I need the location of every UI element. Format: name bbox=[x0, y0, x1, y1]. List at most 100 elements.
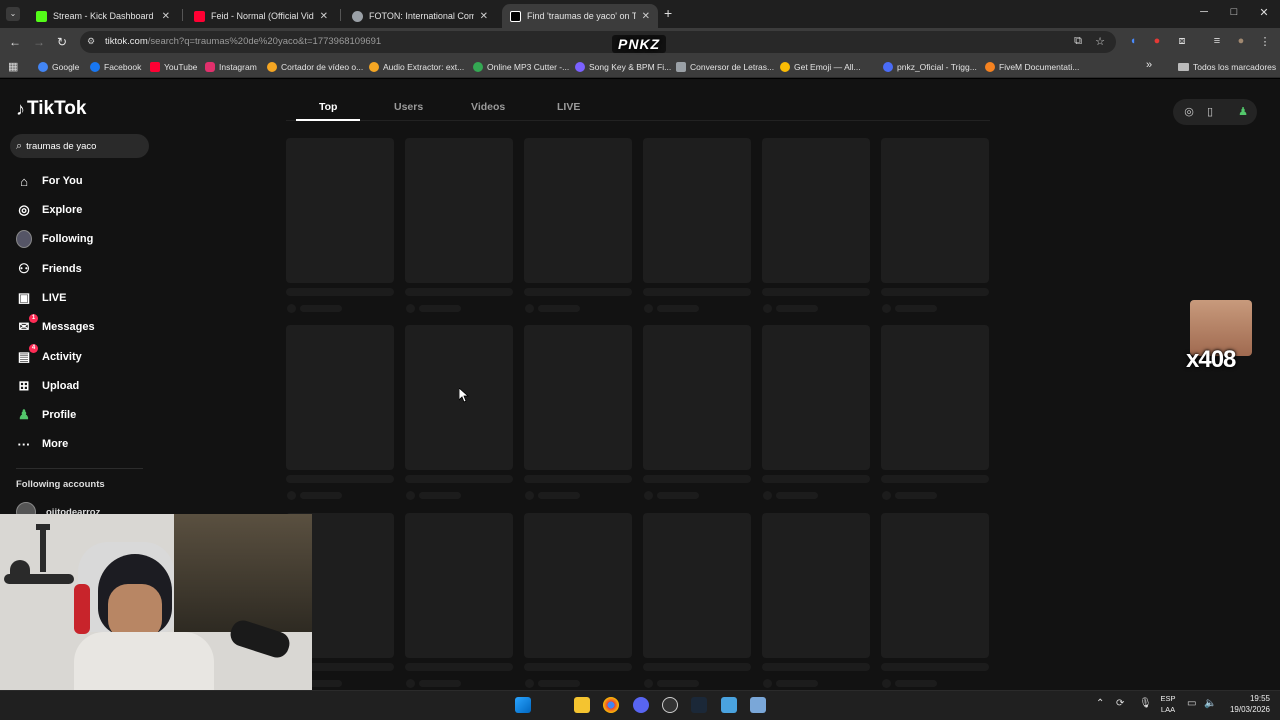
nav-messages[interactable]: ✉ 1 Messages bbox=[16, 314, 95, 337]
video-card-placeholder[interactable] bbox=[286, 325, 394, 470]
tab-videos[interactable]: Videos bbox=[471, 101, 505, 113]
tray-app-icon[interactable]: ⟳ bbox=[1116, 698, 1124, 709]
video-card-placeholder[interactable] bbox=[762, 513, 870, 658]
video-card-placeholder[interactable] bbox=[286, 138, 394, 283]
nav-for-you[interactable]: ⌂ For You bbox=[16, 171, 82, 191]
browser-tab[interactable]: Stream - Kick Dashboard ✕ bbox=[28, 4, 178, 28]
extension-blue-icon[interactable]: ◖ bbox=[1126, 35, 1140, 47]
profile-avatar-icon[interactable]: ● bbox=[1234, 35, 1248, 47]
bookmark-item[interactable]: pnkz_Oficial - Trigg... bbox=[883, 62, 977, 72]
video-card-placeholder[interactable] bbox=[405, 138, 513, 283]
volume-icon[interactable]: 🔈 bbox=[1204, 698, 1216, 709]
bookmark-item[interactable]: Google bbox=[38, 62, 79, 72]
chrome-icon[interactable] bbox=[603, 697, 619, 713]
file-explorer-icon[interactable] bbox=[574, 697, 590, 713]
video-card-placeholder[interactable] bbox=[405, 513, 513, 658]
bookmark-item[interactable]: Cortador de vídeo o... bbox=[267, 62, 363, 72]
avatar-placeholder bbox=[763, 304, 772, 313]
video-card-placeholder[interactable] bbox=[643, 138, 751, 283]
forward-icon[interactable]: → bbox=[32, 35, 46, 49]
maximize-icon[interactable]: □ bbox=[1226, 6, 1242, 18]
extensions-puzzle-icon[interactable]: ⧈ bbox=[1175, 35, 1189, 48]
browser-tab[interactable]: FOTON: International Commerc ✕ bbox=[344, 4, 496, 28]
steam-icon[interactable] bbox=[691, 697, 707, 713]
facebook-icon bbox=[90, 62, 100, 72]
apps-grid-icon[interactable]: ▦ bbox=[8, 60, 18, 73]
bookmark-item[interactable]: Facebook bbox=[90, 62, 141, 72]
minimize-icon[interactable]: ─ bbox=[1196, 6, 1212, 18]
bookmark-item[interactable]: Audio Extractor: ext... bbox=[369, 62, 464, 72]
nav-more[interactable]: ··· More bbox=[16, 434, 69, 454]
nav-live[interactable]: ▣ LIVE bbox=[16, 288, 67, 308]
nav-friends[interactable]: ⚇ Friends bbox=[16, 259, 82, 279]
tab-top[interactable]: Top bbox=[319, 101, 337, 113]
instagram-icon bbox=[205, 62, 215, 72]
bookmark-item[interactable]: Get Emoji — All... bbox=[780, 62, 861, 72]
video-card-placeholder[interactable] bbox=[643, 325, 751, 470]
youtube-icon bbox=[150, 62, 160, 72]
tab-close-icon[interactable]: ✕ bbox=[320, 11, 328, 22]
tab-search-menu-icon[interactable]: ⌄ bbox=[6, 7, 20, 21]
microphone-icon[interactable]: 🎙 bbox=[1139, 698, 1152, 709]
tiktok-logo[interactable]: ♪ TikTok bbox=[16, 98, 86, 120]
bookmark-item[interactable]: Conversor de Letras... bbox=[676, 62, 774, 72]
video-card-placeholder[interactable] bbox=[762, 325, 870, 470]
install-app-icon[interactable]: ⧉ bbox=[1071, 35, 1085, 48]
video-card-placeholder[interactable] bbox=[881, 138, 989, 283]
bookmarks-overflow-icon[interactable]: » bbox=[1146, 59, 1152, 71]
site-info-icon[interactable]: ⚙ bbox=[87, 36, 95, 47]
browser-tab[interactable]: Feid - Normal (Official Video) - ✕ bbox=[186, 4, 336, 28]
tab-separator bbox=[340, 9, 341, 21]
browser-tab-active[interactable]: Find 'traumas de yaco' on TikTo ✕ bbox=[502, 4, 658, 28]
nav-upload[interactable]: ⊞ Upload bbox=[16, 376, 80, 396]
live-icon: ▣ bbox=[17, 290, 31, 305]
bookmark-item[interactable]: YouTube bbox=[150, 62, 197, 72]
bookmark-star-icon[interactable]: ☆ bbox=[1093, 35, 1107, 48]
back-icon[interactable]: ← bbox=[8, 35, 22, 49]
obs-icon[interactable] bbox=[662, 697, 678, 713]
device-icon[interactable]: ▯ bbox=[1203, 105, 1217, 118]
tab-live[interactable]: LIVE bbox=[557, 101, 580, 113]
extension-red-icon[interactable]: ● bbox=[1150, 35, 1164, 47]
tab-close-icon[interactable]: ✕ bbox=[642, 11, 650, 22]
all-bookmarks-folder[interactable]: Todos los marcadores bbox=[1178, 62, 1276, 72]
browser-menu-icon[interactable]: ⋮ bbox=[1258, 35, 1272, 48]
new-tab-button[interactable]: + bbox=[664, 5, 672, 21]
caption-placeholder bbox=[405, 663, 513, 671]
video-card-placeholder[interactable] bbox=[524, 325, 632, 470]
video-card-placeholder[interactable] bbox=[524, 513, 632, 658]
bookmark-item[interactable]: FiveM Documentati... bbox=[985, 62, 1079, 72]
tab-close-icon[interactable]: ✕ bbox=[162, 11, 170, 22]
coin-icon[interactable]: ◎ bbox=[1182, 105, 1196, 118]
profile-avatar-icon[interactable]: ♟ bbox=[1236, 105, 1250, 118]
windows-start-icon[interactable] bbox=[515, 697, 531, 713]
video-card-placeholder[interactable] bbox=[762, 138, 870, 283]
reading-list-icon[interactable]: ≡ bbox=[1210, 35, 1224, 47]
url-text[interactable]: tiktok.com/search?q=traumas%20de%20yaco&… bbox=[105, 36, 381, 47]
bookmark-item[interactable]: Song Key & BPM Fi... bbox=[575, 62, 671, 72]
video-card-placeholder[interactable] bbox=[881, 513, 989, 658]
language-indicator[interactable]: ESP LAA bbox=[1160, 693, 1176, 715]
video-card-placeholder[interactable] bbox=[881, 325, 989, 470]
close-window-icon[interactable]: ✕ bbox=[1256, 6, 1272, 19]
network-icon[interactable]: ▭ bbox=[1187, 698, 1196, 709]
tab-users[interactable]: Users bbox=[394, 101, 423, 113]
notepad-icon[interactable] bbox=[721, 697, 737, 713]
search-input[interactable]: ⌕ traumas de yaco bbox=[10, 134, 149, 158]
reload-icon[interactable]: ↻ bbox=[55, 35, 69, 49]
nav-explore[interactable]: ◎ Explore bbox=[16, 200, 82, 220]
avatar-placeholder bbox=[763, 491, 772, 500]
calculator-icon[interactable] bbox=[750, 697, 766, 713]
bookmark-item[interactable]: Instagram bbox=[205, 62, 257, 72]
nav-following[interactable]: Following bbox=[16, 229, 93, 249]
tab-close-icon[interactable]: ✕ bbox=[480, 11, 488, 22]
video-card-placeholder[interactable] bbox=[524, 138, 632, 283]
nav-profile[interactable]: ♟ Profile bbox=[16, 405, 76, 425]
discord-icon[interactable] bbox=[633, 697, 649, 713]
bookmark-item[interactable]: Online MP3 Cutter -... bbox=[473, 62, 569, 72]
nav-activity[interactable]: ▤ 4 Activity bbox=[16, 344, 82, 367]
username-placeholder bbox=[300, 305, 342, 312]
video-card-placeholder[interactable] bbox=[643, 513, 751, 658]
system-clock[interactable]: 19:55 19/03/2026 bbox=[1226, 693, 1270, 715]
tray-overflow-icon[interactable]: ⌃ bbox=[1096, 698, 1104, 709]
